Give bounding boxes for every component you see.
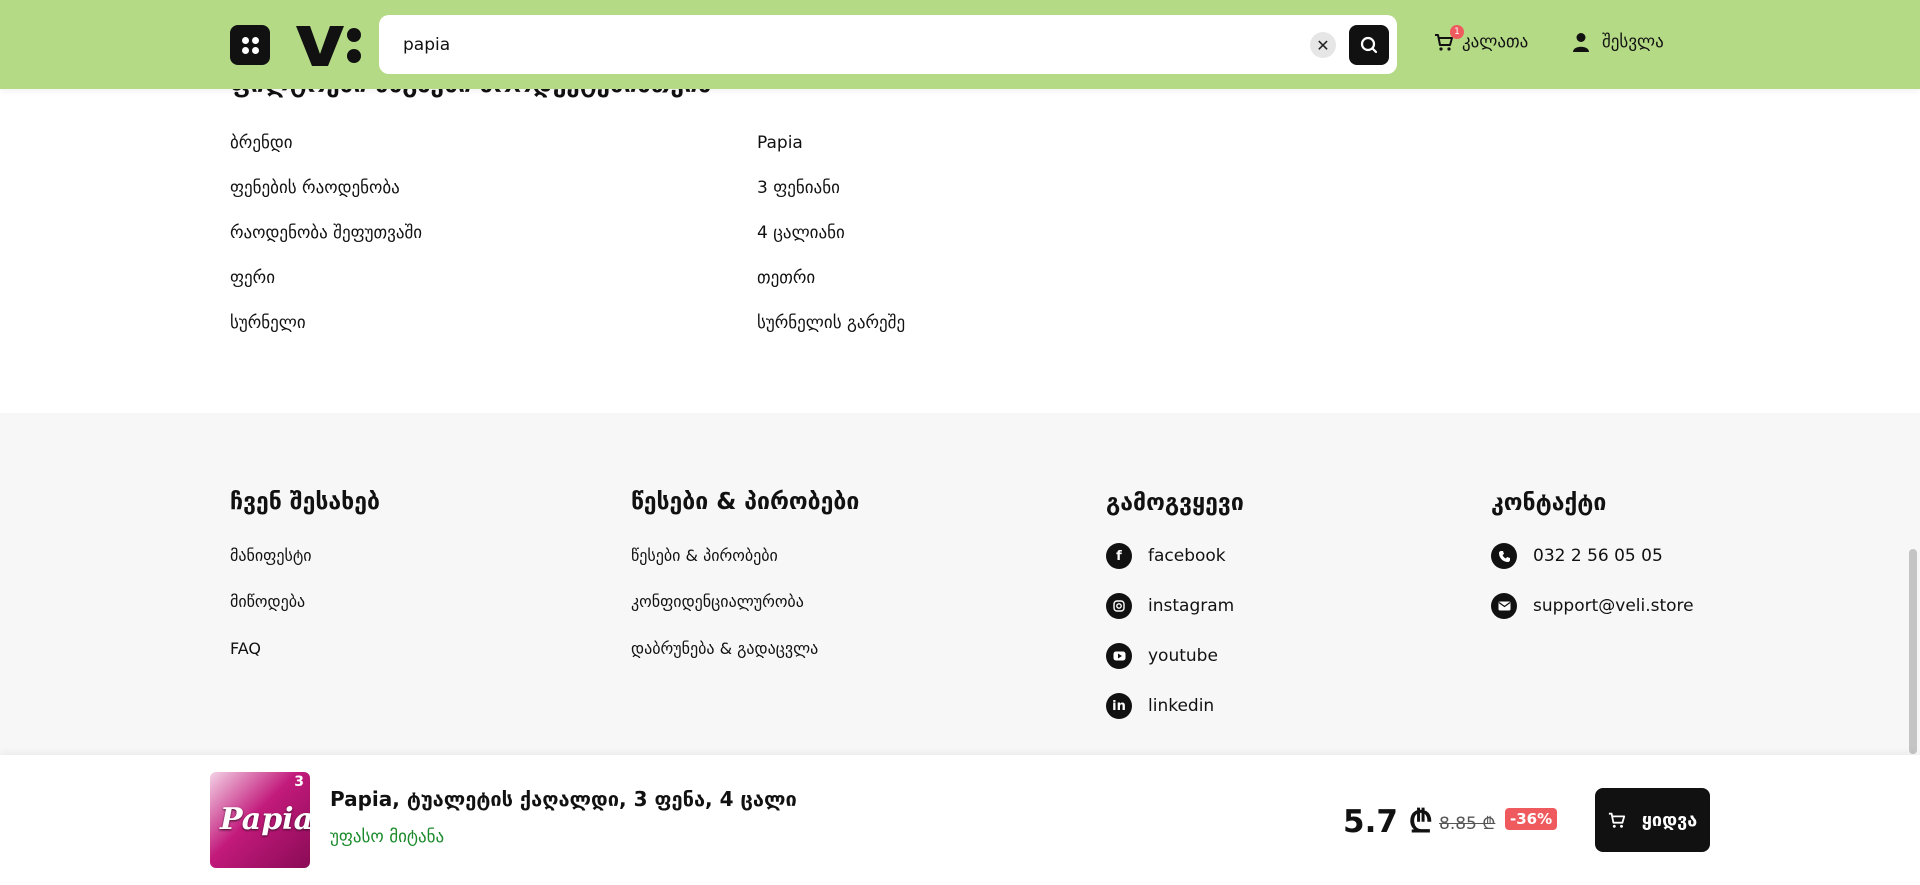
footer-terms-title: წესები & პირობები bbox=[631, 489, 860, 515]
sticky-product-bar: 3 Papia Papia, ტუალეტის ქაღალდი, 3 ფენა,… bbox=[0, 755, 1920, 885]
cart-icon bbox=[1608, 812, 1625, 828]
spec-value: სურნელის გარეშე bbox=[757, 313, 906, 333]
search-button[interactable] bbox=[1349, 25, 1389, 65]
menu-dot-icon bbox=[241, 46, 249, 54]
footer-link-manifest[interactable]: მანიფესტი bbox=[230, 546, 312, 565]
footer-link-terms[interactable]: წესები & პირობები bbox=[631, 546, 778, 565]
social-label: youtube bbox=[1148, 646, 1218, 666]
menu-dot-icon bbox=[251, 46, 259, 54]
spec-key: ფერი bbox=[230, 268, 275, 288]
social-facebook-link[interactable]: f facebook bbox=[1106, 543, 1226, 569]
footer-about-title: ჩვენ შესახებ bbox=[230, 489, 380, 515]
search-input[interactable] bbox=[403, 15, 1283, 74]
spec-key: რაოდენობა შეფუთვაში bbox=[230, 223, 423, 243]
footer-link-faq[interactable]: FAQ bbox=[230, 639, 261, 658]
footer-link-returns[interactable]: დაბრუნება & გადაცვლა bbox=[631, 639, 818, 658]
product-thumbnail[interactable]: 3 Papia bbox=[210, 772, 310, 868]
cart-count-badge: 1 bbox=[1450, 25, 1464, 39]
social-linkedin-link[interactable]: in linkedin bbox=[1106, 693, 1214, 719]
footer-contact-title: კონტაქტი bbox=[1491, 490, 1607, 516]
menu-button[interactable] bbox=[230, 25, 270, 65]
site-header: ✕ 1 კალათა შესვლა bbox=[0, 0, 1920, 89]
menu-dot-icon bbox=[251, 36, 259, 44]
veli-logo[interactable] bbox=[296, 24, 362, 68]
search-bar: ✕ bbox=[379, 15, 1397, 74]
spec-value: თეთრი bbox=[757, 268, 816, 288]
user-icon bbox=[1573, 33, 1589, 52]
spec-value: 4 ცალიანი bbox=[757, 223, 845, 243]
contact-phone-link[interactable]: 032 2 56 05 05 bbox=[1491, 543, 1663, 569]
contact-email-link[interactable]: support@veli.store bbox=[1491, 593, 1694, 619]
facebook-icon: f bbox=[1106, 543, 1132, 569]
menu-dot-icon bbox=[241, 36, 249, 44]
login-label: შესვლა bbox=[1602, 32, 1664, 52]
shipping-label: უფასო მიტანა bbox=[330, 827, 445, 847]
social-label: instagram bbox=[1148, 596, 1235, 616]
contact-email: support@veli.store bbox=[1533, 596, 1694, 616]
phone-icon bbox=[1491, 543, 1517, 569]
social-label: linkedin bbox=[1148, 696, 1215, 716]
current-price: 5.7 ₾ bbox=[1343, 804, 1433, 840]
thumb-count: 3 bbox=[294, 774, 304, 790]
linkedin-icon: in bbox=[1106, 693, 1132, 719]
social-instagram-link[interactable]: instagram bbox=[1106, 593, 1234, 619]
cart-link[interactable]: 1 კალათა bbox=[1434, 25, 1529, 52]
page-scrollbar[interactable] bbox=[1909, 549, 1917, 754]
contact-phone: 032 2 56 05 05 bbox=[1533, 546, 1663, 566]
footer-link-privacy[interactable]: კონფიდენციალურობა bbox=[631, 592, 804, 611]
footer-follow-title: გამოგვყევი bbox=[1106, 490, 1244, 516]
search-icon bbox=[1360, 36, 1378, 54]
product-title[interactable]: Papia, ტუალეტის ქაღალდი, 3 ფენა, 4 ცალი bbox=[330, 787, 797, 811]
clear-search-button[interactable]: ✕ bbox=[1310, 32, 1336, 58]
social-label: facebook bbox=[1148, 546, 1226, 566]
spec-value: Papia bbox=[757, 133, 803, 153]
spec-value: 3 ფენიანი bbox=[757, 178, 840, 198]
spec-key: სურნელი bbox=[230, 313, 306, 333]
instagram-icon bbox=[1106, 593, 1132, 619]
buy-button[interactable]: ყიდვა bbox=[1595, 788, 1710, 852]
cart-label: კალათა bbox=[1462, 32, 1529, 52]
spec-key: ბრენდი bbox=[230, 133, 293, 153]
old-price: 8.85 ₾ bbox=[1439, 814, 1496, 834]
login-link[interactable]: შესვლა bbox=[1572, 32, 1664, 52]
footer-link-delivery[interactable]: მიწოდება bbox=[230, 592, 305, 611]
buy-label: ყიდვა bbox=[1641, 809, 1698, 831]
close-icon: ✕ bbox=[1316, 35, 1330, 55]
social-youtube-link[interactable]: youtube bbox=[1106, 643, 1218, 669]
thumb-brand: Papia bbox=[220, 802, 310, 837]
discount-badge: -36% bbox=[1505, 808, 1558, 830]
site-footer: ჩვენ შესახებ მანიფესტი მიწოდება FAQ წესე… bbox=[0, 413, 1920, 755]
mail-icon bbox=[1491, 593, 1517, 619]
youtube-icon bbox=[1106, 643, 1132, 669]
spec-key: ფენების რაოდენობა bbox=[230, 178, 400, 198]
